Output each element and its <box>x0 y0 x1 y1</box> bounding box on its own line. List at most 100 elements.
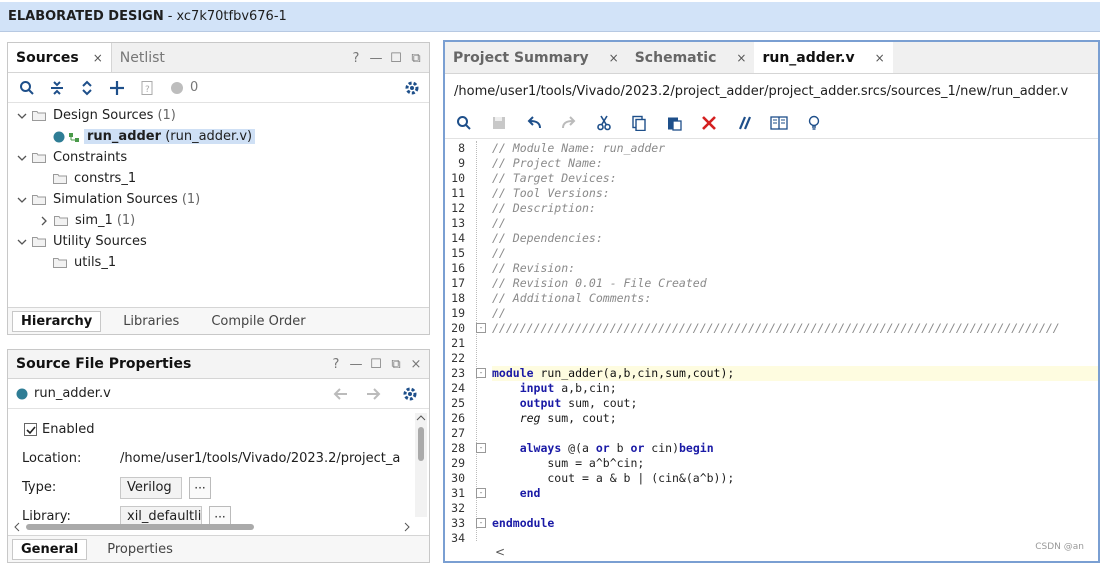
paste-icon[interactable] <box>663 112 685 134</box>
tab-run-adder-v[interactable]: run_adder.v × <box>754 42 893 73</box>
line-number: 19 <box>451 306 465 320</box>
folder-icon <box>32 111 46 121</box>
tab-schematic-close-icon[interactable]: × <box>736 51 746 65</box>
columns-icon[interactable] <box>768 112 790 134</box>
tab-compile-order[interactable]: Compile Order <box>203 312 313 331</box>
chevron-down-icon[interactable] <box>16 236 28 248</box>
maximize-icon[interactable]: ☐ <box>389 51 403 66</box>
line-number: 12 <box>451 201 465 215</box>
search-icon[interactable] <box>453 112 475 134</box>
code-area[interactable]: 8 9 10 11 12 13 14 15 16 17 18 19 20 - 21… <box>445 141 1098 545</box>
fold-toggle-icon[interactable]: - <box>476 443 486 453</box>
props-body: Enabled Location: /home/user1/tools/Viva… <box>8 409 429 535</box>
tab-sources[interactable]: Sources × <box>8 43 112 72</box>
tree-item-utils-1[interactable]: utils_1 <box>8 252 429 273</box>
code-line: always @(a or b or cin)begin <box>492 441 1098 456</box>
tab-project-summary[interactable]: Project Summary × <box>445 42 627 73</box>
line-number: 20 <box>451 321 465 335</box>
fold-toggle-icon[interactable]: - <box>476 488 486 498</box>
delete-icon[interactable] <box>698 112 720 134</box>
tree-item-design-sources[interactable]: Design Sources (1) <box>8 105 429 126</box>
tab-libraries[interactable]: Libraries <box>115 312 187 331</box>
save-icon[interactable] <box>488 112 510 134</box>
source-file-properties-panel: Source File Properties ? — ☐ ⧉ × run_add… <box>7 349 430 563</box>
line-number: 30 <box>451 471 465 485</box>
toggle-comment-icon[interactable] <box>733 112 755 134</box>
help-icon[interactable]: ? <box>329 357 343 372</box>
line-number: 23 <box>451 366 465 380</box>
fold-toggle-icon[interactable]: - <box>476 368 486 378</box>
fold-toggle-icon[interactable]: - <box>476 323 486 333</box>
code-lines[interactable]: // Module Name: run_adder // Project Nam… <box>492 141 1098 546</box>
add-sources-icon[interactable] <box>106 77 128 99</box>
code-text: sum, cout; <box>561 396 638 410</box>
code-line: // Revision: <box>492 261 576 275</box>
tab-general[interactable]: General <box>12 538 88 560</box>
minimize-icon[interactable]: — <box>349 357 363 372</box>
line-number: 27 <box>451 426 465 440</box>
scroll-left-arrow[interactable]: < <box>495 545 505 559</box>
tab-run-adder-close-icon[interactable]: × <box>875 51 885 65</box>
code-text: a,b,cin; <box>554 381 617 395</box>
code-line: // <box>492 216 506 230</box>
enabled-checkbox[interactable] <box>24 423 37 436</box>
copy-icon[interactable] <box>628 112 650 134</box>
chevron-right-icon[interactable] <box>38 215 50 227</box>
code-text: run_adder(a,b,cin,sum,cout); <box>533 366 735 380</box>
tree-item-run-adder[interactable]: run_adder (run_adder.v) <box>8 126 429 147</box>
tab-properties[interactable]: Properties <box>99 540 181 559</box>
tree-item-sim-1[interactable]: sim_1 (1) <box>8 210 429 231</box>
tree-item-constraints[interactable]: Constraints <box>8 147 429 168</box>
help-icon[interactable]: ? <box>349 51 363 66</box>
tree-item-simulation-sources[interactable]: Simulation Sources (1) <box>8 189 429 210</box>
chevron-down-icon[interactable] <box>16 152 28 164</box>
tree-item-utility-sources[interactable]: Utility Sources <box>8 231 429 252</box>
forward-arrow-icon[interactable] <box>363 383 385 405</box>
back-arrow-icon[interactable] <box>329 383 351 405</box>
props-title: Source File Properties <box>8 350 199 378</box>
expand-all-icon[interactable] <box>76 77 98 99</box>
chevron-down-icon[interactable] <box>16 194 28 206</box>
settings-gear-icon[interactable] <box>401 77 423 99</box>
selected-source[interactable]: run_adder (run_adder.v) <box>84 129 256 144</box>
tab-schematic[interactable]: Schematic × <box>627 42 755 73</box>
code-line: // Revision 0.01 - File Created <box>492 276 707 290</box>
line-number: 26 <box>451 411 465 425</box>
line-number: 10 <box>451 171 465 185</box>
line-number-fold: 28 - <box>445 441 489 456</box>
minimize-icon[interactable]: — <box>369 51 383 66</box>
fold-toggle-icon[interactable]: - <box>476 518 486 528</box>
tab-hierarchy[interactable]: Hierarchy <box>12 310 102 332</box>
lightbulb-icon[interactable] <box>803 112 825 134</box>
vertical-scrollbar[interactable] <box>415 413 427 517</box>
cut-icon[interactable] <box>593 112 615 134</box>
settings-gear-icon[interactable] <box>399 383 421 405</box>
tree-item-label: Constraints <box>53 150 128 165</box>
tree-item-count: (1) <box>157 108 176 123</box>
float-icon[interactable]: ⧉ <box>389 357 403 372</box>
tree-item-label: utils_1 <box>74 255 117 270</box>
float-icon[interactable]: ⧉ <box>409 51 423 66</box>
tree-item-constrs-1[interactable]: constrs_1 <box>8 168 429 189</box>
horizontal-scrollbar[interactable] <box>12 521 412 533</box>
unknown-doc-icon[interactable]: ? <box>136 77 158 99</box>
collapse-all-icon[interactable] <box>46 77 68 99</box>
line-number: 28 <box>451 441 465 455</box>
code-line: // Module Name: run_adder <box>492 141 666 155</box>
type-label: Type: <box>22 480 57 495</box>
tab-sources-close-icon[interactable]: × <box>93 51 103 65</box>
close-icon[interactable]: × <box>409 357 423 372</box>
maximize-icon[interactable]: ☐ <box>369 357 383 372</box>
keyword: reg <box>519 411 541 425</box>
undo-icon[interactable] <box>523 112 545 134</box>
chevron-down-icon[interactable] <box>16 110 28 122</box>
type-row: Type: Verilog ··· <box>8 473 429 502</box>
type-more-button[interactable]: ··· <box>189 476 211 499</box>
tab-project-summary-close-icon[interactable]: × <box>609 51 619 65</box>
title-separator: - <box>167 9 173 24</box>
tab-netlist[interactable]: Netlist <box>112 43 173 72</box>
redo-icon[interactable] <box>558 112 580 134</box>
keyword: module <box>492 366 534 380</box>
search-icon[interactable] <box>16 77 38 99</box>
